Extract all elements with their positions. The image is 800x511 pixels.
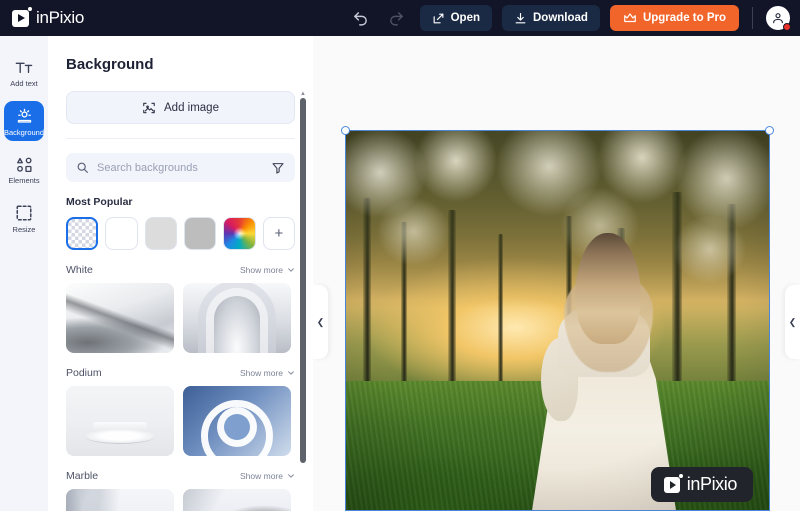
background-tool-icon (15, 107, 34, 126)
add-image-button[interactable]: Add image (66, 91, 295, 124)
app-logo[interactable]: inPixio (0, 6, 84, 28)
notification-badge (783, 23, 791, 31)
most-popular-header: Most Popular (66, 196, 295, 208)
download-button-label: Download (532, 12, 588, 24)
thumbnails-white (66, 283, 295, 353)
sidebar-label-background: Background (3, 127, 45, 137)
external-link-icon (433, 13, 443, 23)
most-popular-title: Most Popular (66, 196, 133, 208)
brand-name: inPixio (36, 8, 84, 27)
sidebar-label-elements: Elements (8, 176, 40, 185)
upgrade-to-pro-button[interactable]: Upgrade to Pro (609, 5, 739, 31)
filter-funnel-icon (272, 162, 284, 174)
sidebar-item-resize[interactable]: Resize (4, 198, 44, 239)
inpixio-watermark: inPixio (650, 467, 753, 502)
download-button[interactable]: Download (501, 5, 600, 31)
swatch-transparent[interactable] (66, 217, 99, 250)
sidebar-item-elements[interactable]: Elements (4, 149, 44, 190)
swatch-color-wheel[interactable] (223, 217, 256, 250)
top-toolbar: inPixio Open Download Upgrade to Pro (0, 0, 800, 36)
search-icon (77, 162, 88, 173)
add-image-label: Add image (164, 101, 219, 114)
resize-handle-top-left[interactable] (341, 126, 350, 135)
thumb-dark-veined-marble[interactable] (183, 489, 291, 511)
chevron-down-icon (288, 371, 294, 375)
user-avatar-icon (773, 13, 783, 24)
undo-button[interactable] (348, 5, 374, 31)
panel-divider (66, 138, 295, 139)
orchard-sunset-woman-photo[interactable]: inPixio (346, 131, 769, 510)
download-icon (515, 12, 526, 23)
elements-tool-icon (15, 155, 34, 174)
play-badge-icon (663, 473, 683, 493)
search-input[interactable] (97, 161, 263, 174)
collapse-right-panel-button[interactable]: ❮ (785, 285, 800, 359)
open-button-label: Open (450, 12, 480, 24)
category-header-marble: Marble Show more (66, 470, 295, 482)
thumb-white-podium-grass[interactable] (66, 386, 174, 456)
thumb-light-marble-texture[interactable] (66, 489, 174, 511)
show-more-label-podium: Show more (240, 368, 283, 378)
swatch-medium-gray[interactable] (184, 217, 217, 250)
selected-image-frame[interactable]: inPixio (341, 126, 774, 511)
play-badge-icon (12, 6, 32, 27)
chevron-down-icon (288, 268, 294, 272)
watermark-accent-dot (678, 473, 683, 478)
redo-arrow-icon (390, 11, 403, 26)
crown-icon (624, 13, 636, 23)
search-backgrounds-row (66, 153, 295, 182)
sidebar-item-add-text[interactable]: Add text (4, 52, 44, 93)
chevron-left-icon: ❮ (788, 316, 797, 327)
top-toolbar-actions: Open Download Upgrade to Pro (348, 5, 800, 31)
sidebar-label-resize: Resize (12, 224, 36, 234)
show-more-podium[interactable]: Show more (240, 368, 295, 378)
account-avatar[interactable] (766, 6, 791, 31)
editor-canvas[interactable]: inPixio (313, 36, 800, 511)
undo-arrow-icon (354, 11, 367, 26)
scroll-up-arrow-icon: ▲ (300, 91, 306, 97)
show-more-white[interactable]: Show more (240, 265, 295, 275)
resize-tool-icon (15, 204, 33, 223)
open-button[interactable]: Open (419, 5, 492, 31)
page-title: Background (66, 56, 154, 73)
upgrade-button-label: Upgrade to Pro (642, 12, 726, 24)
add-image-icon (143, 102, 155, 113)
swatch-light-gray[interactable] (144, 217, 178, 250)
chevron-down-icon (288, 474, 294, 478)
background-panel: Background Add image Most Popular (48, 36, 313, 511)
sidebar-label-add-text: Add text (10, 79, 38, 88)
inpixio-editor-app: inPixio Open Download Upgrade to Pro Add… (0, 0, 800, 511)
thumb-blue-ring-podium[interactable] (183, 386, 291, 456)
panel-scrollbar[interactable] (300, 98, 306, 463)
show-more-label-marble: Show more (240, 471, 283, 481)
text-tool-icon (15, 58, 33, 77)
photo-vignette (346, 131, 769, 510)
watermark-text: inPixio (686, 474, 738, 494)
category-title-white: White (66, 264, 93, 276)
resize-handle-top-right[interactable] (765, 126, 774, 135)
category-title-podium: Podium (66, 367, 102, 379)
thumbnails-podium (66, 386, 295, 456)
show-more-label-white: Show more (240, 265, 283, 275)
tool-sidebar: Add text Background Elements Resize (0, 36, 48, 511)
thumbnails-marble (66, 489, 295, 511)
show-more-marble[interactable]: Show more (240, 471, 295, 481)
most-popular-swatches: + (66, 217, 296, 250)
swatch-white[interactable] (105, 217, 138, 250)
sidebar-item-background[interactable]: Background (3, 100, 45, 141)
collapse-left-panel-button[interactable]: ❮ (313, 285, 328, 359)
redo-button[interactable] (384, 5, 410, 31)
chevron-left-icon: ❮ (316, 316, 325, 327)
filter-button[interactable] (271, 161, 285, 175)
thumb-white-dunes-abstract[interactable] (66, 283, 174, 353)
thumb-white-arched-corridor[interactable] (183, 283, 291, 353)
toolbar-divider (752, 7, 753, 29)
category-title-marble: Marble (66, 470, 99, 482)
category-header-white: White Show more (66, 264, 295, 276)
category-header-podium: Podium Show more (66, 367, 295, 379)
swatch-add-custom[interactable]: + (262, 217, 296, 250)
logo-accent-dot (28, 6, 32, 11)
